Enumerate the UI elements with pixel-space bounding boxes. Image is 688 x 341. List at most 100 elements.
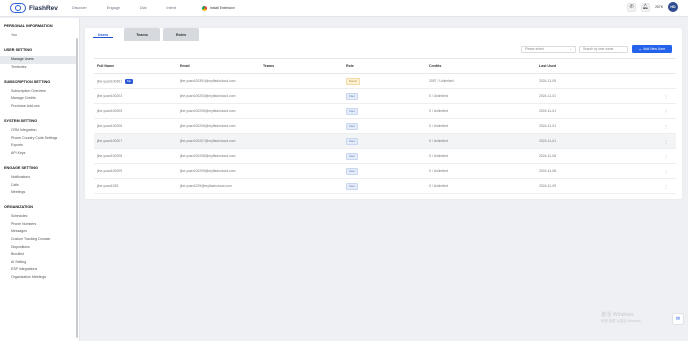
chevron-down-icon: ⌄ (569, 47, 572, 51)
cell-role: User (343, 88, 426, 104)
sidebar-item-custom-tracking-domain[interactable]: Custom Tracking Domain (0, 236, 76, 244)
cell-actions: ⋮ (646, 133, 676, 149)
app-logo[interactable]: FlashRev (10, 3, 72, 13)
cell-last-used: 2024-11-01 (536, 133, 646, 149)
sidebar-item-blocklist[interactable]: Blocklist (0, 251, 76, 259)
nav-engage[interactable]: Engage (107, 6, 120, 10)
table-row[interactable]: jihe-yuan100207 jihe.yuan100207@myflashcl… (94, 133, 676, 149)
cell-email: jihe.yuan100206@myflashcloud.com (177, 118, 260, 134)
section-title-subscription: SUBSCRIPTION SETTING (4, 79, 51, 84)
sidebar-item-calls[interactable]: Calls (0, 182, 76, 190)
nav-discover[interactable]: Discover (72, 6, 87, 10)
windows-activation-watermark: 激活 Windows (601, 312, 634, 318)
col-full-name[interactable]: Full Name (94, 58, 177, 74)
add-new-user-button[interactable]: + Add New User (632, 45, 672, 53)
cell-full-name: jihe-yuan100206 (94, 118, 177, 134)
sidebar-item-purchase-addons[interactable]: Purchase Add-ons (0, 103, 76, 111)
sidebar-item-schedules[interactable]: Schedules (0, 213, 76, 221)
sidebar-item-you[interactable]: You (0, 32, 76, 40)
user-name: jihe-yuan1029 (97, 184, 119, 188)
table-row[interactable]: jihe-yuan100205 jihe.yuan100205@myflashcl… (94, 103, 676, 119)
table-row[interactable]: jihe-yuan1029 jihe.yuan1029@myflashcloud.… (94, 178, 676, 194)
table-row[interactable]: jihe-yuan100209 jihe.yuan100209@myflashcl… (94, 163, 676, 179)
role-badge: User (346, 107, 358, 115)
cell-actions: ⋮ (646, 88, 676, 104)
user-search-input[interactable]: Search by user name (579, 45, 628, 53)
cell-email: jihe.yuan1029@myflashcloud.com (177, 178, 260, 194)
role-badge: User (346, 122, 358, 130)
col-credits[interactable]: Credits (426, 58, 536, 74)
install-extension-label: Install Extension (209, 6, 235, 10)
cell-actions: ⋮ (646, 118, 676, 134)
cell-credits: 0 / Unlimited (426, 103, 536, 119)
user-avatar[interactable]: HD (668, 2, 678, 12)
chat-help-icon[interactable]: ✉ (672, 313, 684, 325)
cell-last-used: 2024-11-09 (536, 178, 646, 194)
cell-teams (260, 118, 343, 134)
sidebar-item-messages[interactable]: Messages (0, 228, 76, 236)
cell-role: Owner (343, 73, 426, 89)
more-actions-icon[interactable]: ⋮ (664, 169, 668, 174)
tab-roles[interactable]: Roles (163, 28, 199, 41)
user-name: jihe-yuan100207 (97, 139, 123, 143)
cell-full-name: jihe-yuan1029 (94, 178, 177, 194)
cell-role: User (343, 178, 426, 194)
section-title-system: SYSTEM SETTING (4, 119, 38, 124)
sidebar-item-api-keys[interactable]: API Keys (0, 150, 76, 158)
phone-icon[interactable]: ✆ (627, 2, 637, 12)
cell-last-used: 2024-11-01 (536, 118, 646, 134)
more-actions-icon[interactable]: ⋮ (664, 154, 668, 159)
role-filter-select[interactable]: Please select ⌄ (521, 45, 576, 53)
table-row[interactable]: jihe-yuan100391 Me jihe.yuan100391@myflash… (94, 73, 676, 89)
sidebar-item-organization-meetings[interactable]: Organization Meetings (0, 274, 76, 282)
cell-credits: 0 / Unlimited (426, 148, 536, 164)
sidebar-item-phone-country-code[interactable]: Phone Country Code Settings (0, 135, 76, 143)
sidebar-item-subscription-overview[interactable]: Subscription Overview (0, 88, 76, 96)
sidebar-item-ai-setting[interactable]: AI Setting (0, 259, 76, 267)
more-actions-icon[interactable]: ⋮ (664, 94, 668, 99)
users-table-body: jihe-yuan100391 Me jihe.yuan100391@myflash… (94, 73, 676, 194)
col-email[interactable]: Email (177, 58, 260, 74)
sidebar-item-territories[interactable]: Territories (0, 64, 76, 72)
user-search-placeholder: Search by user name (583, 47, 614, 51)
more-actions-icon[interactable]: ⋮ (664, 184, 668, 189)
cell-teams (260, 103, 343, 119)
tab-users[interactable]: Users (85, 28, 121, 41)
cell-email: jihe.yuan100391@myflashcloud.com (177, 73, 260, 89)
nav-intent[interactable]: Intent (166, 6, 176, 10)
table-header-row: Full Name Email Teams Role Credits Last … (94, 58, 676, 74)
sidebar-item-notifications[interactable]: Notifications (0, 174, 76, 182)
sidebar-item-phone-numbers[interactable]: Phone Numbers (0, 221, 76, 229)
cell-full-name: jihe-yuan100207 (94, 133, 177, 149)
install-extension-link[interactable]: Install Extension (201, 5, 235, 11)
sidebar-item-dispositions[interactable]: Dispositions (0, 244, 76, 252)
sidebar-item-manage-users[interactable]: Manage Users (0, 56, 76, 64)
table-row[interactable]: jihe-yuan100208 jihe.yuan100208@myflashcl… (94, 148, 676, 164)
cell-teams (260, 73, 343, 89)
sidebar-scrollbar[interactable] (76, 38, 78, 338)
sidebar-item-meetings[interactable]: Meetings (0, 189, 76, 197)
sidebar-item-esp-integrations[interactable]: ESP Integrations (0, 266, 76, 274)
col-last-used[interactable]: Last Used (536, 58, 646, 74)
cell-teams (260, 148, 343, 164)
sidebar-item-manage-credits[interactable]: Manage Credits (0, 95, 76, 103)
cell-role: User (343, 103, 426, 119)
bell-icon[interactable]: 🔔︎ (641, 2, 651, 12)
add-new-user-label: Add New User (643, 47, 666, 51)
col-role[interactable]: Role (343, 58, 426, 74)
sidebar-item-crm-integration[interactable]: CRM Integration (0, 127, 76, 135)
sidebar-item-exports[interactable]: Exports (0, 142, 76, 150)
cell-last-used: 2024-11-01 (536, 88, 646, 104)
col-teams[interactable]: Teams (260, 58, 343, 74)
nav-dial[interactable]: Dial (140, 6, 147, 10)
cell-email: jihe.yuan100209@myflashcloud.com (177, 163, 260, 179)
me-badge: Me (125, 78, 133, 84)
cell-actions: ⋮ (646, 178, 676, 194)
table-row[interactable]: jihe-yuan100203 jihe.yuan100203@myflashcl… (94, 88, 676, 104)
more-actions-icon[interactable]: ⋮ (664, 124, 668, 129)
more-actions-icon[interactable]: ⋮ (664, 139, 668, 144)
table-row[interactable]: jihe-yuan100206 jihe.yuan100206@myflashcl… (94, 118, 676, 134)
tab-teams[interactable]: Teams (124, 28, 160, 41)
cell-last-used: 2024-11-01 (536, 103, 646, 119)
more-actions-icon[interactable]: ⋮ (664, 109, 668, 114)
